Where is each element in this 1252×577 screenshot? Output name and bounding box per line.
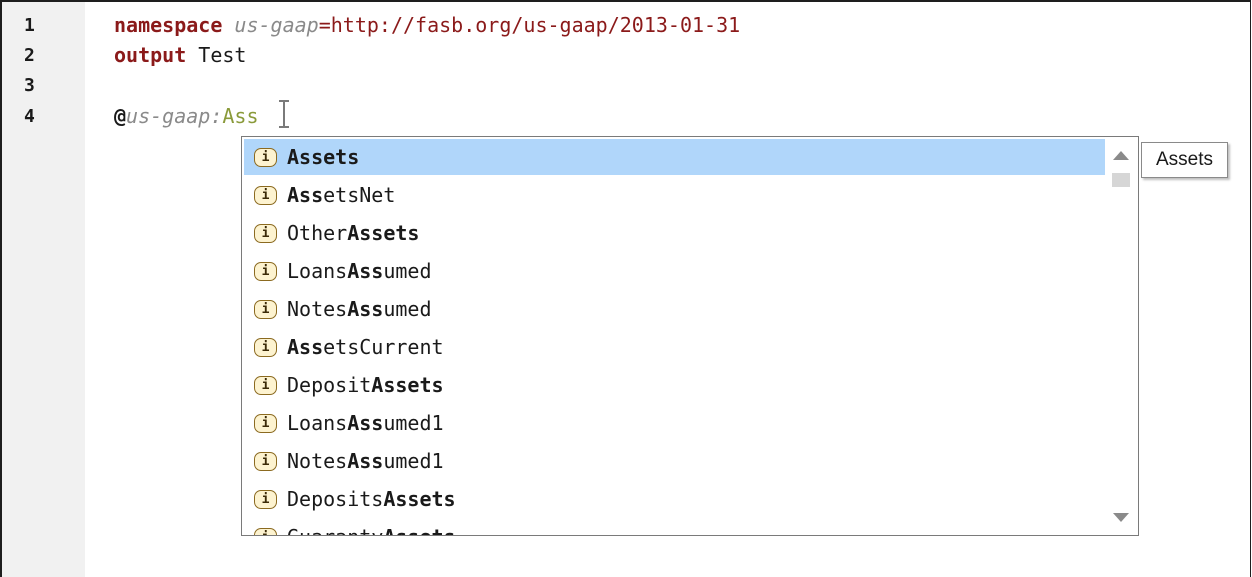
autocomplete-item[interactable]: i NotesAssumed: [244, 291, 1105, 327]
line-number: 1: [24, 15, 35, 36]
line-number: 3: [24, 75, 35, 96]
at-sign: @: [114, 104, 127, 128]
code-line-4[interactable]: @us-gaap:Ass: [114, 104, 259, 128]
autocomplete-item[interactable]: i DepositAssets: [244, 367, 1105, 403]
line-number: 4: [24, 106, 35, 127]
autocomplete-list[interactable]: i Assets i AssetsNet i OtherAssets i LoansAssum…: [242, 137, 1105, 535]
output-name: Test: [198, 43, 247, 67]
autocomplete-item-label: NotesAssumed: [287, 297, 432, 321]
info-icon: i: [254, 185, 277, 205]
autocomplete-item-label: LoansAssumed: [287, 259, 432, 283]
autocomplete-item[interactable]: i AssetsNet: [244, 177, 1105, 213]
info-icon: i: [254, 527, 277, 535]
autocomplete-item[interactable]: i LoansAssumed: [244, 253, 1105, 289]
info-icon: i: [254, 299, 277, 319]
namespace-prefix: us-gaap: [234, 13, 319, 37]
info-icon: i: [254, 147, 277, 167]
autocomplete-item-label: LoansAssumed1: [287, 411, 444, 435]
line4-prefix: us-gaap: [126, 104, 211, 128]
autocomplete-item-label: OtherAssets: [287, 221, 420, 245]
autocomplete-item-label: Assets: [287, 145, 360, 169]
autocomplete-item[interactable]: i Assets: [244, 139, 1105, 175]
autocomplete-item[interactable]: i NotesAssumed1: [244, 443, 1105, 479]
info-icon: i: [254, 261, 277, 281]
autocomplete-item-label: AssetsNet: [287, 183, 396, 207]
code-line-1[interactable]: namespace us-gaap=http://fasb.org/us-gaa…: [114, 13, 740, 37]
keyword-output: output: [114, 43, 187, 67]
info-icon: i: [254, 413, 277, 433]
autocomplete-item[interactable]: i DepositsAssets: [244, 481, 1105, 517]
scroll-up-icon[interactable]: [1113, 151, 1129, 160]
autocomplete-item-label: AssetsCurrent: [287, 335, 444, 359]
line4-colon: :: [210, 104, 223, 128]
completion-tooltip: Assets: [1141, 142, 1228, 178]
info-icon: i: [254, 223, 277, 243]
autocomplete-item[interactable]: i LoansAssumed1: [244, 405, 1105, 441]
autocomplete-popup[interactable]: i Assets i AssetsNet i OtherAssets i LoansAssum…: [241, 136, 1139, 536]
scroll-thumb[interactable]: [1112, 173, 1130, 187]
typed-text: Ass: [222, 104, 259, 128]
autocomplete-item-label: GuarantyAssets: [287, 525, 456, 535]
autocomplete-item-label: NotesAssumed1: [287, 449, 444, 473]
equals-sign: =: [318, 13, 331, 37]
scroll-down-icon[interactable]: [1113, 513, 1129, 522]
info-icon: i: [254, 337, 277, 357]
line-number: 2: [24, 45, 35, 66]
keyword-namespace: namespace: [114, 13, 223, 37]
text-cursor-icon: [279, 100, 289, 130]
code-line-2[interactable]: output Test: [114, 43, 246, 67]
namespace-url: http://fasb.org/us-gaap/2013-01-31: [330, 13, 741, 37]
info-icon: i: [254, 489, 277, 509]
autocomplete-scrollbar[interactable]: [1105, 137, 1138, 535]
autocomplete-item-label: DepositsAssets: [287, 487, 456, 511]
autocomplete-item-label: DepositAssets: [287, 373, 444, 397]
info-icon: i: [254, 375, 277, 395]
autocomplete-item[interactable]: i AssetsCurrent: [244, 329, 1105, 365]
autocomplete-item[interactable]: i OtherAssets: [244, 215, 1105, 251]
info-icon: i: [254, 451, 277, 471]
autocomplete-item[interactable]: i GuarantyAssets: [244, 519, 1105, 535]
